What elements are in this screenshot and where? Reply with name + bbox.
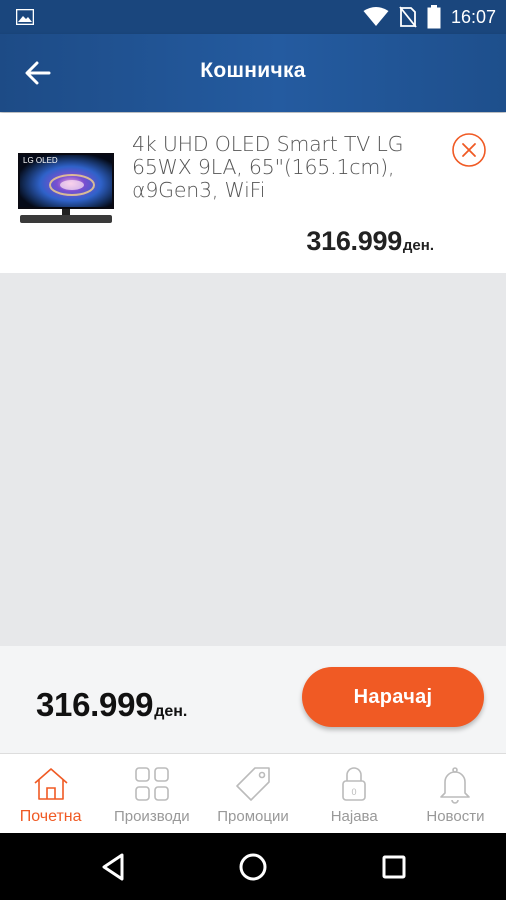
app-bar: Кошничка: [0, 34, 506, 112]
nav-label-login: Најава: [330, 808, 378, 825]
total-price-value: 316.999: [36, 686, 154, 723]
nav-label-news: Новости: [426, 808, 485, 825]
cart-empty-area: [0, 273, 506, 646]
image-icon: [16, 9, 34, 25]
item-price-currency: ден.: [402, 237, 434, 254]
lock-icon: 0: [342, 767, 367, 801]
page-title: Кошничка: [200, 59, 306, 82]
svg-text:0: 0: [352, 787, 357, 797]
wifi-icon: [363, 7, 389, 26]
bell-icon: [440, 767, 471, 804]
total-price-currency: ден.: [154, 703, 188, 720]
nav-item-promotions[interactable]: Промоции: [202, 754, 303, 833]
total-price: 316.999ден.: [36, 686, 187, 724]
item-price-value: 316.999: [306, 226, 402, 256]
close-circle-icon[interactable]: [451, 132, 487, 168]
status-time: 16:07: [450, 6, 496, 27]
nav-label-promotions: Промоции: [217, 808, 289, 825]
item-price: 316.999ден.: [306, 226, 434, 257]
battery-icon: [427, 5, 441, 29]
product-thumbnail[interactable]: LG OLED: [18, 153, 114, 243]
thumb-brand-text: LG OLED: [23, 156, 58, 165]
tag-icon: [236, 767, 270, 801]
nav-label-products: Производи: [113, 808, 190, 825]
home-icon: [34, 768, 68, 800]
nav-item-products[interactable]: Производи: [101, 754, 202, 833]
status-bar: 16:07: [0, 0, 506, 34]
bottom-nav: Почетна Производи Промоции 0 Најава Ново…: [0, 753, 506, 833]
nav-item-login[interactable]: 0 Најава: [304, 754, 405, 833]
nav-item-home[interactable]: Почетна: [0, 754, 101, 833]
system-nav-bar: [0, 833, 506, 900]
home-circle-icon[interactable]: [235, 849, 271, 885]
back-triangle-icon[interactable]: [96, 849, 132, 885]
product-name[interactable]: 4k UHD OLED Smart TV LG 65WX 9LA, 65"(16…: [132, 133, 442, 202]
order-summary: 316.999ден. Нарачај: [0, 646, 506, 753]
order-button[interactable]: Нарачај: [302, 667, 484, 727]
no-sim-icon: [399, 6, 417, 28]
nav-item-news[interactable]: Новости: [405, 754, 506, 833]
cart-item: LG OLED 4k UHD OLED Smart TV LG 65WX 9LA…: [0, 113, 506, 273]
recents-square-icon[interactable]: [376, 849, 412, 885]
nav-label-home: Почетна: [19, 808, 82, 825]
grid-icon: [134, 767, 169, 801]
